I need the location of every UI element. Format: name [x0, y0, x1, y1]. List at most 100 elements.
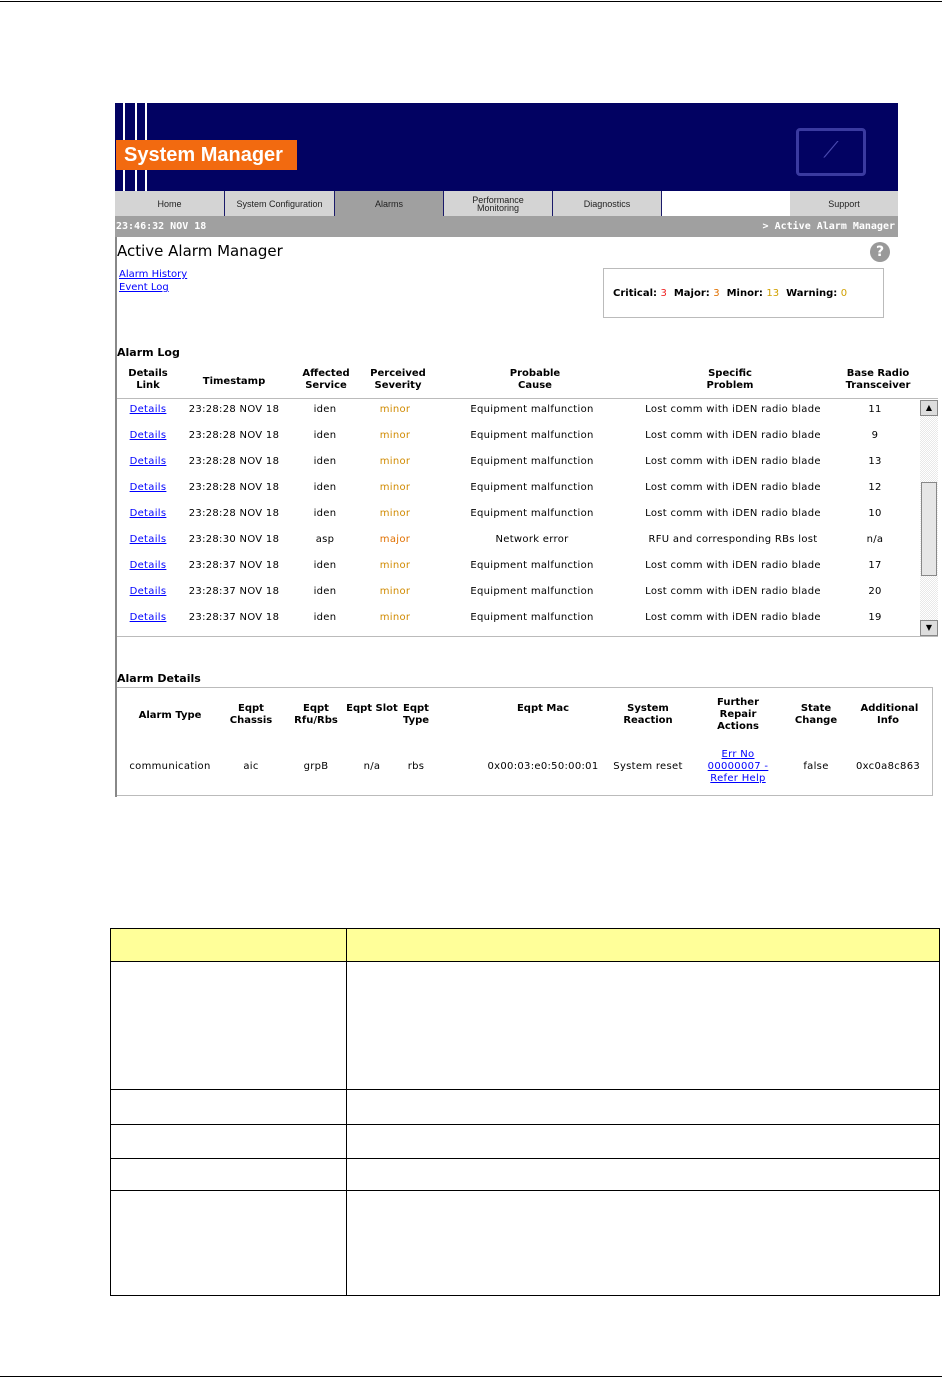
table-cell	[346, 1124, 940, 1159]
brt-id: 20	[868, 586, 882, 597]
severity: minor	[379, 560, 411, 571]
column-header: Probable Cause	[509, 368, 561, 391]
specific-problem: Lost comm with iDEN radio blade	[645, 560, 821, 571]
probable-cause: Equipment malfunction	[470, 508, 594, 519]
major-label: Major:	[673, 288, 710, 299]
detail-column-header: Further Repair Actions	[717, 697, 759, 732]
specific-problem: RFU and corresponding RBs lost	[648, 534, 818, 545]
severity: major	[379, 534, 411, 545]
page-title: Active Alarm Manager	[117, 242, 283, 260]
scroll-thumb[interactable]	[921, 482, 937, 576]
detail-value: 0x00:03:e0:50:00:01	[487, 761, 599, 772]
column-header: Details Link	[128, 368, 168, 391]
tab-alarms[interactable]: Alarms	[335, 191, 444, 216]
details-link[interactable]: Details	[130, 456, 167, 467]
probable-cause: Equipment malfunction	[470, 404, 594, 415]
detail-column-header: State Change	[794, 703, 838, 726]
table-header-cell	[110, 928, 347, 962]
tab-diagnostics[interactable]: Diagnostics	[553, 191, 662, 216]
details-link[interactable]: Details	[130, 586, 167, 597]
specific-problem: Lost comm with iDEN radio blade	[645, 404, 821, 415]
severity: minor	[379, 430, 411, 441]
specific-problem: Lost comm with iDEN radio blade	[645, 430, 821, 441]
probable-cause: Equipment malfunction	[470, 560, 594, 571]
scroll-up-button[interactable]: ▲	[920, 400, 938, 416]
column-header: Base Radio Transceiver	[845, 368, 911, 391]
affected-service: asp	[315, 534, 335, 545]
detail-column-header: Eqpt Mac	[516, 703, 570, 714]
tab-support[interactable]: Support	[790, 191, 898, 216]
column-header: Perceived Severity	[370, 368, 426, 391]
description-table	[110, 928, 940, 1296]
details-link[interactable]: Details	[130, 404, 167, 415]
details-link[interactable]: Details	[130, 560, 167, 571]
detail-column-header: System Reaction	[623, 703, 673, 726]
details-link[interactable]: Details	[130, 508, 167, 519]
table-cell	[110, 1158, 347, 1191]
timestamp: 23:28:28 NOV 18	[188, 508, 280, 519]
table-cell	[110, 961, 347, 1090]
tab-performance-monitoring[interactable]: Performance Monitoring	[444, 191, 553, 216]
specific-problem: Lost comm with iDEN radio blade	[645, 612, 821, 623]
warning-label: Warning:	[786, 288, 838, 299]
detail-column-header: Additional Info	[860, 703, 919, 726]
details-link[interactable]: Details	[130, 430, 167, 441]
probable-cause: Equipment malfunction	[470, 586, 594, 597]
top-rule	[0, 1, 942, 2]
timestamp: 23:28:28 NOV 18	[188, 482, 280, 493]
table-header-cell	[346, 928, 940, 962]
details-link[interactable]: Details	[130, 482, 167, 493]
specific-problem: Lost comm with iDEN radio blade	[645, 586, 821, 597]
probable-cause: Equipment malfunction	[470, 482, 594, 493]
details-link[interactable]: Details	[130, 612, 167, 623]
detail-value: System reset	[613, 761, 683, 772]
alarm-log-scrollbar[interactable]: ▲ ▼	[920, 400, 938, 636]
table-cell	[346, 961, 940, 1090]
column-header: Affected Service	[302, 368, 350, 391]
affected-service: iden	[313, 508, 337, 519]
table-cell	[346, 1089, 940, 1125]
timestamp: 23:28:28 NOV 18	[188, 430, 280, 441]
table-cell	[110, 1089, 347, 1125]
alarm-details-title: Alarm Details	[117, 672, 201, 685]
detail-column-header: Eqpt Chassis	[229, 703, 273, 726]
detail-column-header: Alarm Type	[138, 710, 202, 721]
bottom-rule	[0, 1376, 942, 1377]
severity: minor	[379, 482, 411, 493]
breadcrumb: > Active Alarm Manager	[762, 221, 895, 232]
affected-service: iden	[313, 482, 337, 493]
specific-problem: Lost comm with iDEN radio blade	[645, 456, 821, 467]
timestamp: 23:28:37 NOV 18	[188, 612, 280, 623]
timestamp: 23:28:30 NOV 18	[188, 534, 280, 545]
brt-id: 12	[868, 482, 882, 493]
probable-cause: Equipment malfunction	[470, 456, 594, 467]
specific-problem: Lost comm with iDEN radio blade	[645, 482, 821, 493]
timestamp: 23:28:37 NOV 18	[188, 586, 280, 597]
timestamp: 23:28:28 NOV 18	[188, 404, 280, 415]
detail-column-header: Eqpt Rfu/Rbs	[294, 703, 338, 726]
detail-value: rbs	[407, 761, 425, 772]
detail-value: aic	[243, 761, 259, 772]
column-header: Specific Problem	[706, 368, 754, 391]
alarm-history-link[interactable]: Alarm History	[119, 269, 187, 280]
probable-cause: Equipment malfunction	[470, 612, 594, 623]
severity: minor	[379, 404, 411, 415]
detail-value: false	[803, 761, 829, 772]
alarm-summary: Critical: 3 Major: 3 Minor: 13 Warning: …	[603, 268, 884, 318]
details-link[interactable]: Details	[130, 534, 167, 545]
event-log-link[interactable]: Event Log	[119, 282, 169, 293]
tab-system-configuration[interactable]: System Configuration	[225, 191, 335, 216]
tab-home[interactable]: Home	[115, 191, 225, 216]
severity: minor	[379, 456, 411, 467]
brt-id: 9	[871, 430, 879, 441]
minor-count: 13	[766, 288, 780, 299]
scroll-down-button[interactable]: ▼	[920, 620, 938, 636]
probable-cause: Equipment malfunction	[470, 430, 594, 441]
detail-value: communication	[129, 761, 211, 772]
critical-label: Critical:	[613, 288, 658, 299]
brt-id: 10	[868, 508, 882, 519]
detail-value: 0xc0a8c863	[855, 761, 921, 772]
help-icon[interactable]: ?	[870, 242, 890, 262]
refer-help-link[interactable]: Err No 00000007 - Refer Help	[702, 749, 774, 785]
table-cell	[346, 1190, 940, 1296]
